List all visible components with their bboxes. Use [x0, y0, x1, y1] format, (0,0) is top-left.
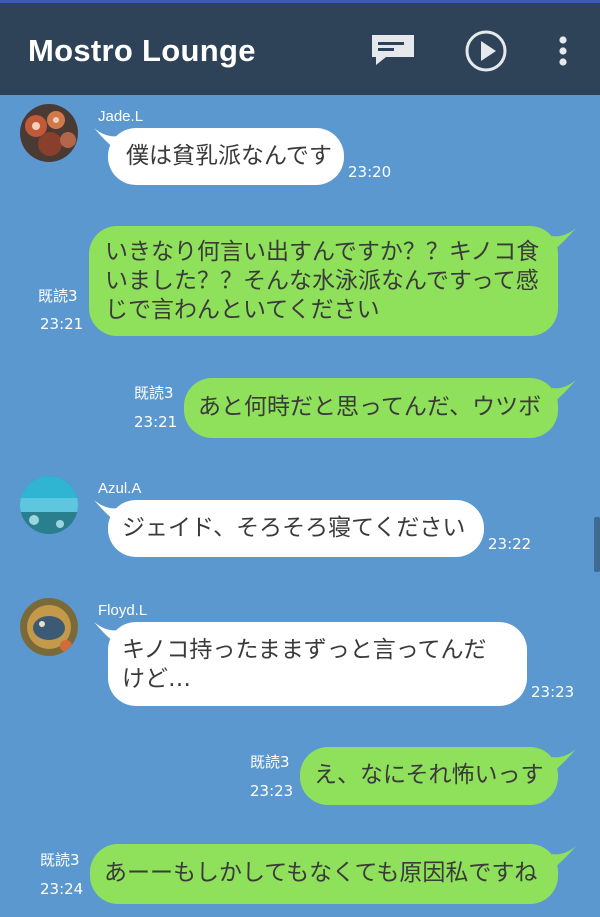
play-icon[interactable]: [464, 29, 508, 73]
app-header: Mostro Lounge: [0, 0, 600, 95]
avatar-azul[interactable]: [20, 476, 78, 534]
message-time: 23:23: [250, 782, 294, 800]
sender-name: Floyd.L: [98, 602, 148, 619]
scrollbar-thumb[interactable]: [594, 517, 600, 572]
message-time: 23:24: [40, 880, 84, 898]
read-receipt: 既読3: [40, 851, 80, 869]
sender-name: Azul.A: [98, 480, 142, 497]
message-bubble-outgoing[interactable]: いきなり何言い出すんですか？？キノコ食 いました？？そんな水泳派なんですって感 …: [89, 226, 558, 336]
message-time: 23:21: [40, 315, 84, 333]
sender-name: Jade.L: [98, 108, 144, 125]
message-bubble-incoming[interactable]: キノコ持ったままずっと言ってんだ けど…: [108, 622, 527, 706]
read-receipt: 既読3: [38, 287, 78, 305]
message-bubble-outgoing[interactable]: え、なにそれ怖いっす: [300, 747, 558, 805]
avatar-floyd[interactable]: [20, 598, 78, 656]
avatar-jade[interactable]: [20, 104, 78, 162]
bubble-tail: [552, 749, 576, 771]
message-bubble-incoming[interactable]: ジェイド、そろそろ寝てください: [108, 500, 484, 557]
message-time: 23:22: [488, 535, 532, 553]
bubble-tail: [552, 380, 576, 402]
message-bubble-outgoing[interactable]: あと何時だと思ってんだ、ウツボ: [184, 378, 558, 438]
message-time: 23:23: [531, 683, 575, 701]
read-receipt: 既読3: [134, 384, 174, 402]
more-vertical-icon[interactable]: [556, 35, 570, 69]
message-time: 23:21: [134, 413, 178, 431]
message-bubble-incoming[interactable]: 僕は貧乳派なんです: [108, 128, 344, 185]
message-bubble-outgoing[interactable]: あーーもしかしてもなくても原因私ですね: [90, 844, 558, 904]
message-icon[interactable]: [370, 33, 416, 69]
bubble-tail: [552, 228, 576, 250]
read-receipt: 既読3: [250, 753, 290, 771]
bubble-tail: [552, 846, 576, 868]
message-time: 23:20: [348, 163, 392, 181]
chat-title: Mostro Lounge: [28, 33, 256, 68]
